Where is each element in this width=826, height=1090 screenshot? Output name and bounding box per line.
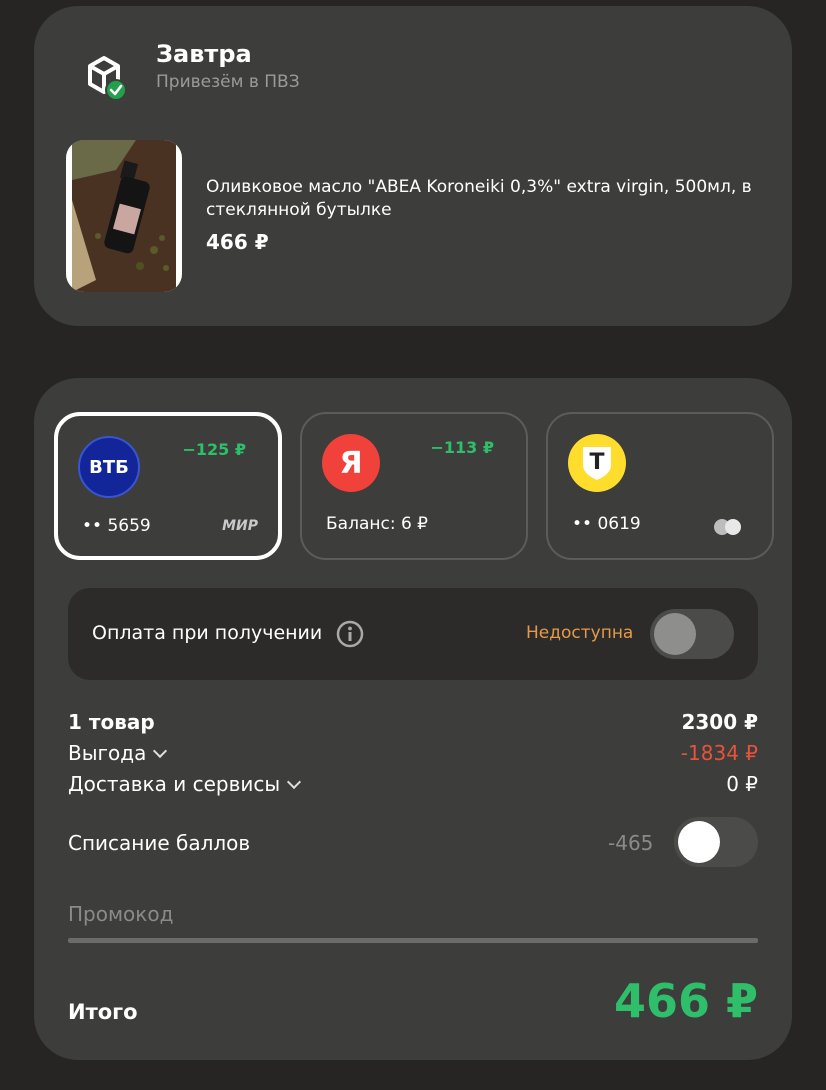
delivery-subtitle: Привезём в ПВЗ xyxy=(156,72,300,92)
product-price: 466 ₽ xyxy=(206,230,269,254)
items-count-label: 1 товар xyxy=(68,710,155,734)
delivery-services-value: 0 ₽ xyxy=(726,772,758,796)
promo-code-input[interactable]: Промокод xyxy=(68,902,173,926)
chevron-down-icon xyxy=(153,743,168,759)
package-check-icon xyxy=(80,52,128,101)
cod-toggle[interactable] xyxy=(650,609,734,659)
delivery-card: Завтра Привезём в ПВЗ Оливковое масло "A… xyxy=(34,6,792,326)
benefit-value: -1834 ₽ xyxy=(680,741,758,765)
toggle-knob xyxy=(678,821,720,863)
card-number: •• 0619 xyxy=(572,514,641,534)
points-value: -465 xyxy=(608,831,654,855)
points-label: Списание баллов xyxy=(68,831,251,855)
yandex-logo-icon: Я xyxy=(322,434,380,492)
payment-method-yandex[interactable]: Я −113 ₽ Баланс: 6 ₽ xyxy=(300,412,528,560)
summary-items-row: 1 товар 2300 ₽ xyxy=(68,710,758,736)
total-label: Итого xyxy=(68,1000,138,1024)
promo-underline xyxy=(68,938,758,943)
cod-label: Оплата при получении xyxy=(92,622,323,644)
points-toggle[interactable] xyxy=(674,817,758,867)
card-network-icon xyxy=(712,518,744,536)
benefit-label: Выгода xyxy=(68,741,147,765)
items-total-value: 2300 ₽ xyxy=(681,710,758,734)
summary-benefit-row[interactable]: Выгода -1834 ₽ xyxy=(68,741,758,767)
product-name[interactable]: Оливковое масло "ABEA Koroneiki 0,3%" ex… xyxy=(206,176,766,222)
vtb-logo-icon: ВТБ xyxy=(78,436,140,498)
mir-logo-icon: МИР xyxy=(222,518,258,534)
total-value: 466 ₽ xyxy=(613,974,758,1028)
product-image[interactable] xyxy=(66,140,182,292)
points-row: Списание баллов -465 xyxy=(68,831,758,857)
chevron-down-icon xyxy=(287,774,302,790)
cashback-amount: −113 ₽ xyxy=(430,438,494,457)
card-number: •• 5659 xyxy=(82,516,151,536)
balance-label: Баланс: 6 ₽ xyxy=(326,514,428,534)
summary-delivery-row[interactable]: Доставка и сервисы 0 ₽ xyxy=(68,772,758,798)
cashback-amount: −125 ₽ xyxy=(182,440,246,459)
payment-method-vtb[interactable]: ВТБ −125 ₽ •• 5659 МИР xyxy=(54,412,282,560)
cash-on-delivery-panel: Оплата при получении Недоступна xyxy=(68,588,758,680)
info-icon[interactable] xyxy=(336,620,364,648)
toggle-knob xyxy=(654,613,696,655)
tbank-logo-icon: T xyxy=(568,434,626,492)
delivery-services-label: Доставка и сервисы xyxy=(68,772,281,796)
payment-card: ВТБ −125 ₽ •• 5659 МИР Я −113 ₽ Баланс: … xyxy=(34,378,792,1060)
delivery-date-title: Завтра xyxy=(156,40,252,68)
cod-status: Недоступна xyxy=(526,623,634,643)
payment-method-tbank[interactable]: T •• 0619 xyxy=(546,412,774,560)
